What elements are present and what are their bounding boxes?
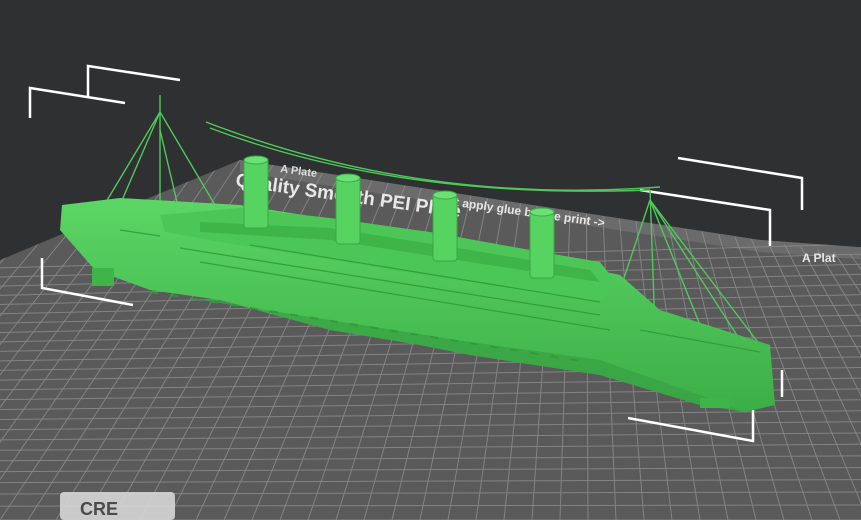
porthole xyxy=(309,316,319,320)
porthole xyxy=(569,358,579,362)
porthole xyxy=(149,291,159,295)
porthole xyxy=(329,319,339,323)
porthole xyxy=(429,335,439,339)
porthole xyxy=(489,345,499,349)
porthole xyxy=(369,326,379,330)
porthole xyxy=(469,342,479,346)
plate-tab-right: A Plat xyxy=(802,251,836,265)
porthole xyxy=(449,339,459,343)
porthole xyxy=(389,329,399,333)
porthole xyxy=(509,348,519,352)
porthole xyxy=(529,351,539,355)
porthole xyxy=(269,310,279,314)
brand-logo: CRE xyxy=(80,499,118,519)
3d-viewport[interactable]: A Plate Quality Smooth PEI Plate st appl… xyxy=(0,0,861,520)
porthole xyxy=(189,297,199,301)
porthole xyxy=(349,323,359,327)
porthole xyxy=(229,303,239,307)
porthole xyxy=(169,294,179,298)
porthole xyxy=(549,355,559,359)
porthole xyxy=(409,332,419,336)
porthole xyxy=(289,313,299,317)
porthole xyxy=(209,300,219,304)
porthole xyxy=(249,307,259,311)
